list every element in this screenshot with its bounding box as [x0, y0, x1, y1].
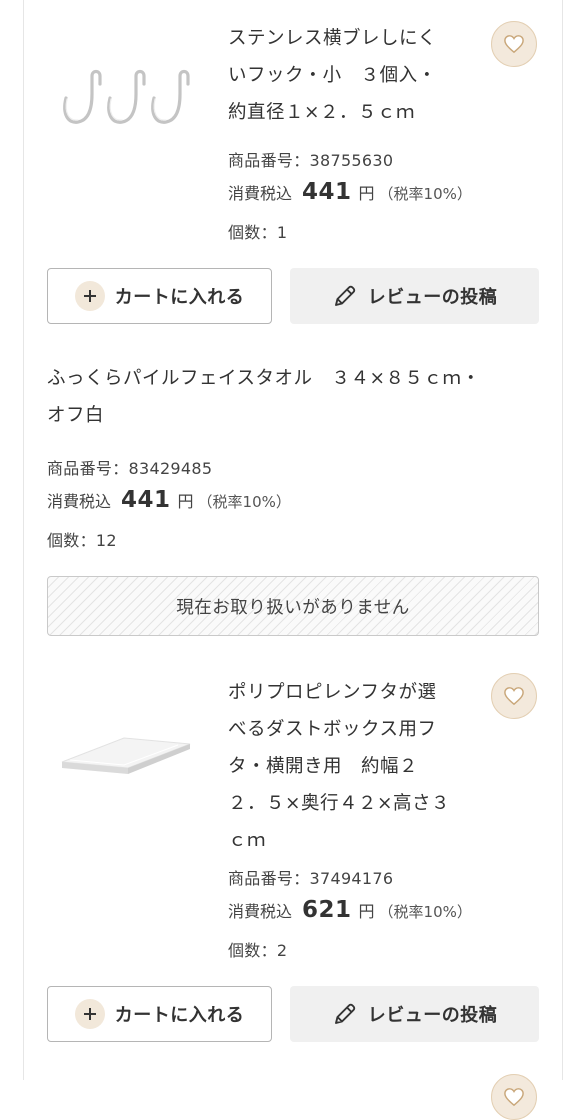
price: 消費税込 441 円 （税率10%）	[47, 487, 291, 513]
price-value: 441	[302, 179, 352, 205]
write-review-label: レビューの投稿	[367, 287, 498, 308]
product-title-line: ポリプロピレンフタが選	[228, 682, 437, 703]
plus-icon	[74, 281, 105, 311]
item-number: 商品番号：38755630	[228, 147, 393, 171]
price-label: 消費税込	[228, 902, 293, 921]
unavailable-label: 現在お取り扱いがありません	[176, 597, 410, 618]
write-review-button[interactable]: レビューの投稿	[290, 268, 539, 324]
tax-note: （税率10%）	[197, 493, 291, 511]
item-number-label: 商品番号：	[228, 869, 310, 888]
price-currency: 円	[358, 902, 375, 921]
unavailable-notice: 現在お取り扱いがありません	[47, 576, 539, 636]
heart-icon	[504, 687, 524, 706]
item-number-value: 83429485	[128, 459, 213, 478]
product-title-line: タ・横開き用 約幅２	[228, 756, 419, 777]
tax-note: （税率10%）	[378, 903, 472, 921]
product-title[interactable]: ステンレス横ブレしにく いフック・小 ３個入・ 約直径１×２．５ｃｍ	[228, 20, 478, 131]
product-title-line: ｃｍ	[228, 830, 267, 851]
item-number: 商品番号：83429485	[47, 455, 212, 479]
pencil-icon	[334, 1003, 355, 1024]
quantity: 個数：12	[47, 527, 117, 551]
quantity-label: 個数：	[47, 531, 96, 550]
product-title-line: べるダストボックス用フ	[228, 719, 437, 740]
write-review-button[interactable]: レビューの投稿	[290, 986, 539, 1042]
quantity-value: 2	[276, 941, 288, 960]
product-title-line: ステンレス横ブレしにく	[228, 28, 437, 49]
add-to-cart-button[interactable]: カートに入れる	[47, 268, 272, 324]
quantity-value: 12	[95, 531, 117, 550]
quantity: 個数：2	[228, 937, 287, 961]
heart-icon	[504, 1088, 524, 1107]
product-title-line: ふっくらパイルフェイスタオル ３４×８５ｃｍ・	[47, 368, 481, 389]
product-title[interactable]: ポリプロピレンフタが選 べるダストボックス用フ タ・横開き用 約幅２ ２．５×奥…	[228, 674, 478, 859]
item-number: 商品番号：37494176	[228, 865, 393, 889]
quantity-label: 個数：	[228, 941, 277, 960]
tax-note: （税率10%）	[378, 185, 472, 203]
price: 消費税込 441 円 （税率10%）	[228, 179, 472, 205]
price-value: 621	[302, 897, 352, 923]
product-image[interactable]	[58, 66, 193, 128]
product-title-line: オフ白	[47, 405, 105, 426]
favorite-button[interactable]	[491, 1074, 537, 1120]
product-image[interactable]	[58, 724, 193, 779]
write-review-label: レビューの投稿	[367, 1005, 498, 1026]
price-label: 消費税込	[228, 184, 293, 203]
price-currency: 円	[358, 184, 375, 203]
item-number-value: 37494176	[309, 869, 394, 888]
price-currency: 円	[177, 492, 194, 511]
price-label: 消費税込	[47, 492, 112, 511]
product-title-line: 約直径１×２．５ｃｍ	[228, 102, 416, 123]
product-title-line: ２．５×奥行４２×高さ３	[228, 793, 451, 814]
price-value: 441	[121, 487, 171, 513]
product-title[interactable]: ふっくらパイルフェイスタオル ３４×８５ｃｍ・ オフ白	[47, 360, 547, 434]
add-to-cart-label: カートに入れる	[114, 1005, 245, 1026]
plus-icon	[74, 999, 105, 1029]
add-to-cart-label: カートに入れる	[114, 287, 245, 308]
add-to-cart-button[interactable]: カートに入れる	[47, 986, 272, 1042]
heart-icon	[504, 35, 524, 54]
pencil-icon	[334, 285, 355, 306]
favorite-button[interactable]	[491, 673, 537, 719]
item-number-label: 商品番号：	[47, 459, 129, 478]
quantity-label: 個数：	[228, 223, 277, 242]
price: 消費税込 621 円 （税率10%）	[228, 897, 472, 923]
item-number-label: 商品番号：	[228, 151, 310, 170]
item-number-value: 38755630	[309, 151, 394, 170]
favorite-button[interactable]	[491, 21, 537, 67]
product-title-line: いフック・小 ３個入・	[228, 65, 437, 86]
quantity-value: 1	[276, 223, 288, 242]
quantity: 個数：1	[228, 219, 287, 243]
